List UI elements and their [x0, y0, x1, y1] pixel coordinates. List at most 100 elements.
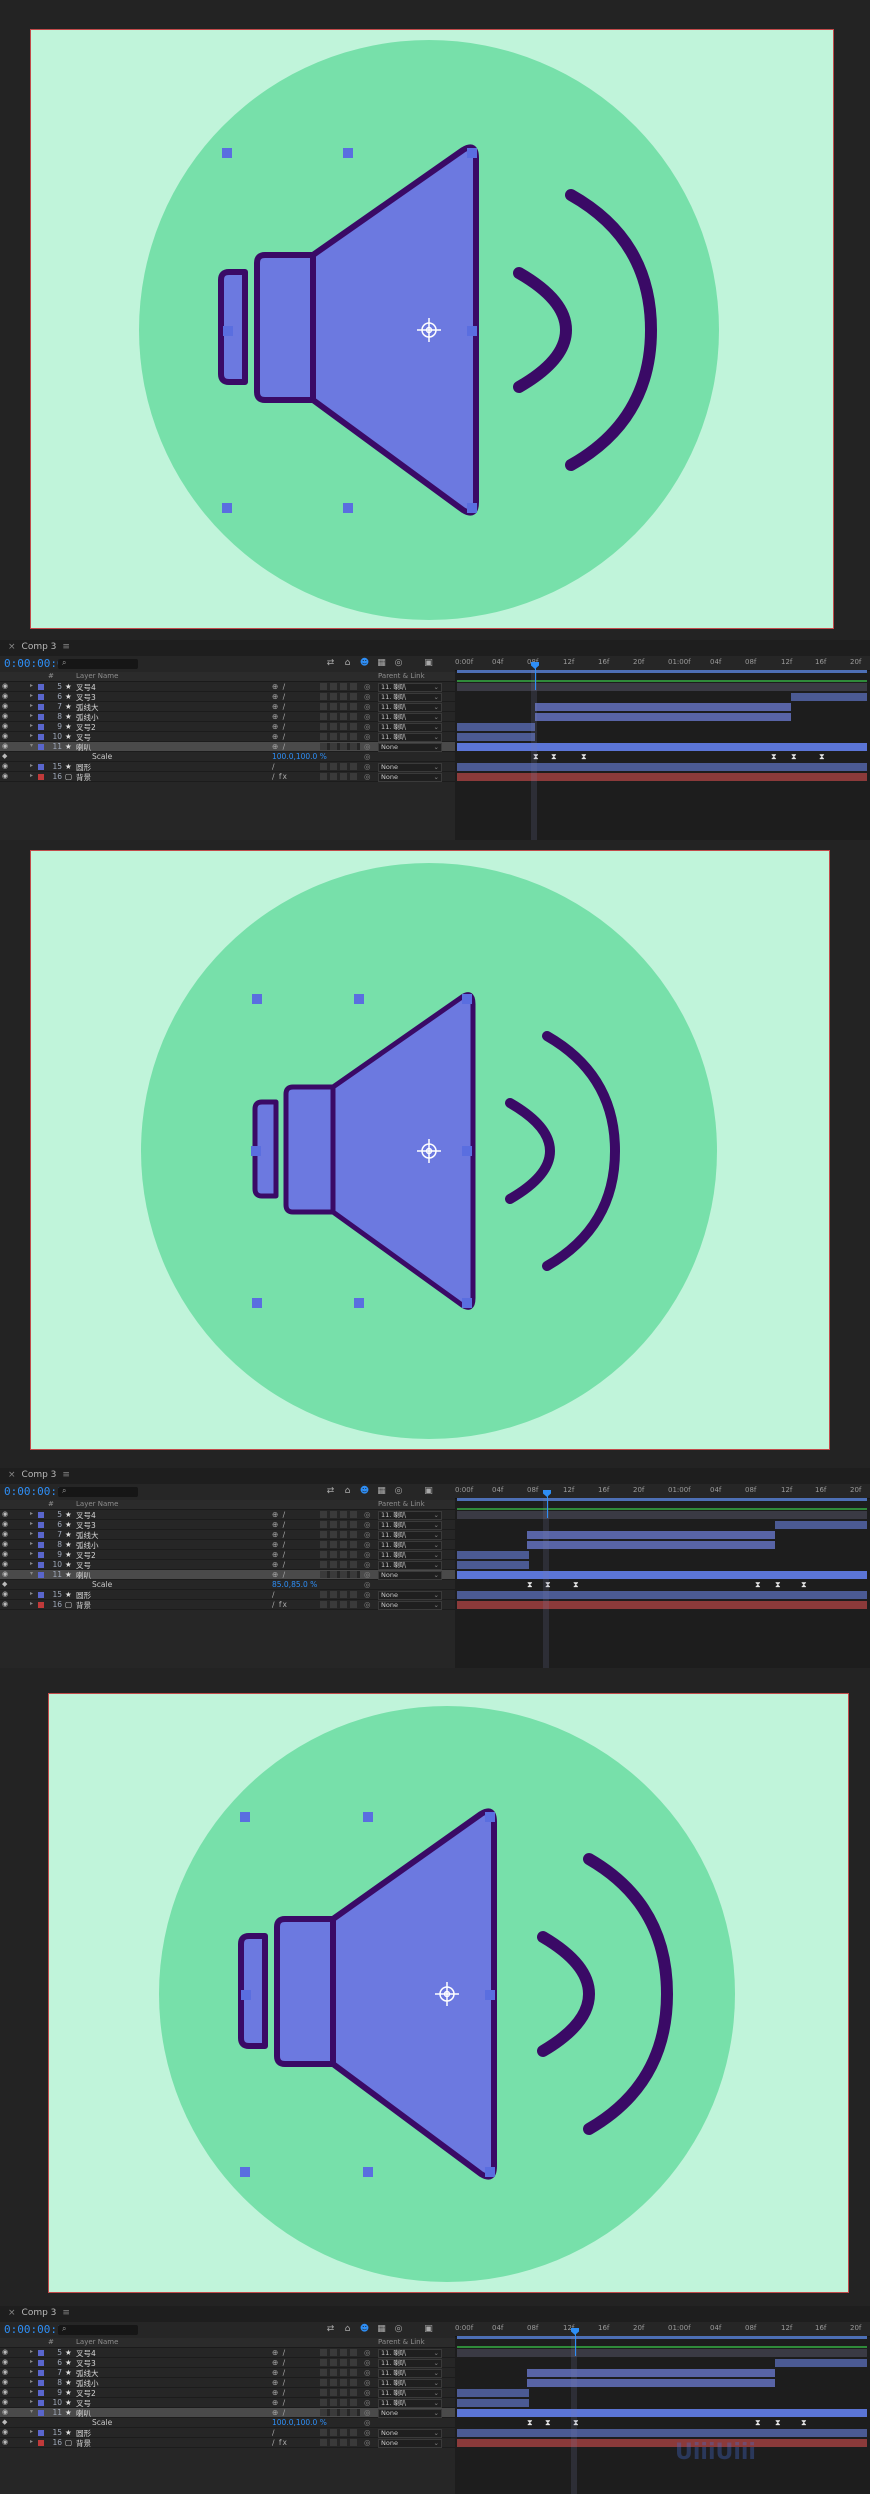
layer-row[interactable]: ◉ ▸ 15 ★ 圆形 ∕ ◎ None ⌄ [0, 1590, 455, 1600]
composition-viewport[interactable] [0, 1692, 870, 2306]
layer-row[interactable]: ◉ ▸ 6 ★ 叉号3 ⊕ ∕ ◎ 11. 喇叭 ⌄ [0, 1520, 455, 1530]
work-area-bar[interactable] [457, 1498, 867, 1501]
parent-dropdown[interactable]: 11. 喇叭 ⌄ [378, 703, 442, 712]
layer-row[interactable]: ◉ ▸ 10 ★ 叉号 ⊕ ∕ ◎ 11. 喇叭 ⌄ [0, 2398, 455, 2408]
layer-row[interactable]: ◉ ▸ 9 ★ 叉号2 ⊕ ∕ ◎ 11. 喇叭 ⌄ [0, 1550, 455, 1560]
scale-property-row[interactable]: ◆ Scale 100.0,100.0 % ◎ [0, 752, 455, 762]
parent-dropdown[interactable]: None ⌄ [378, 1591, 442, 1600]
layer-search-input[interactable]: ⌕ [58, 658, 138, 669]
frame-blending-icon[interactable]: ▦ [376, 2324, 387, 2335]
parent-dropdown[interactable]: 11. 喇叭 ⌄ [378, 683, 442, 692]
draft-3d-icon[interactable]: ⌂ [342, 2324, 353, 2335]
parent-dropdown[interactable]: 11. 喇叭 ⌄ [378, 2399, 442, 2408]
menu-icon[interactable]: ≡ [62, 2308, 70, 2318]
graph-editor-icon[interactable]: ▣ [423, 2324, 434, 2335]
layer-row[interactable]: ◉ ▸ 10 ★ 叉号 ⊕ ∕ ◎ 11. 喇叭 ⌄ [0, 1560, 455, 1570]
layer-search-input[interactable]: ⌕ [58, 2324, 138, 2335]
layer-row[interactable]: ◉ ▸ 8 ★ 弧线小 ⊕ ∕ ◎ 11. 喇叭 ⌄ [0, 1540, 455, 1550]
menu-icon[interactable]: ≡ [62, 642, 70, 652]
parent-dropdown[interactable]: 11. 喇叭 ⌄ [378, 693, 442, 702]
parent-dropdown[interactable]: 11. 喇叭 ⌄ [378, 2389, 442, 2398]
parent-dropdown[interactable]: 11. 喇叭 ⌄ [378, 2349, 442, 2358]
graph-editor-icon[interactable]: ▣ [423, 1486, 434, 1497]
comp-flowchart-icon[interactable]: ⇄ [325, 2324, 336, 2335]
composition-canvas[interactable] [30, 850, 830, 1450]
layer-row[interactable]: ◉ ▸ 16 ▢ 背景 ∕ fx ◎ None ⌄ [0, 2438, 455, 2448]
parent-dropdown[interactable]: 11. 喇叭 ⌄ [378, 723, 442, 732]
layer-row[interactable]: ◉ ▸ 5 ★ 叉号4 ⊕ ∕ ◎ 11. 喇叭 ⌄ [0, 1510, 455, 1520]
layer-search-input[interactable]: ⌕ [58, 1486, 138, 1497]
parent-dropdown[interactable]: 11. 喇叭 ⌄ [378, 1561, 442, 1570]
parent-dropdown[interactable]: 11. 喇叭 ⌄ [378, 1521, 442, 1530]
motion-blur-icon[interactable]: ◎ [393, 658, 404, 669]
time-ruler[interactable]: 0:00f04f08f 12f16f20f 01:00f04f08f 12f16… [455, 2322, 870, 2337]
parent-dropdown[interactable]: 11. 喇叭 ⌄ [378, 733, 442, 742]
close-icon[interactable]: × [8, 2308, 16, 2318]
shy-layers-icon[interactable]: ☻ [359, 2324, 370, 2335]
scale-value[interactable]: 100.0,100.0 % [272, 752, 327, 761]
comp-flowchart-icon[interactable]: ⇄ [325, 658, 336, 669]
layer-row-selected[interactable]: ◉ ▾ 11 ★ 喇叭 ⊕ ∕ ◎ None ⌄ [0, 2408, 455, 2418]
timeline-graph[interactable]: 0:00f04f08f 12f16f20f 01:00f04f08f 12f16… [455, 656, 870, 840]
comp-tab[interactable]: × Comp 3 ≡ [8, 2308, 70, 2318]
expand-icon[interactable]: ▸ [30, 682, 33, 689]
close-icon[interactable]: × [8, 642, 16, 652]
visibility-icon[interactable]: ◉ [2, 682, 8, 690]
parent-dropdown[interactable]: 11. 喇叭 ⌄ [378, 1511, 442, 1520]
parent-dropdown[interactable]: None ⌄ [378, 2439, 442, 2448]
composition-canvas[interactable] [30, 29, 834, 629]
layer-row[interactable]: ◉ ▸ 8 ★ 弧线小 ⊕ ∕ ◎ 11. 喇叭 ⌄ [0, 712, 455, 722]
scale-value[interactable]: 100.0,100.0 % [272, 2418, 327, 2427]
time-ruler[interactable]: 0:00f04f08f 12f16f20f 01:00f04f08f 12f16… [455, 1484, 870, 1499]
layer-row[interactable]: ◉ ▸ 7 ★ 弧线大 ⊕ ∕ ◎ 11. 喇叭 ⌄ [0, 702, 455, 712]
layer-row[interactable]: ◉ ▸ 10 ★ 叉号 ⊕ ∕ ◎ 11. 喇叭 ⌄ [0, 732, 455, 742]
scale-value[interactable]: 85.0,85.0 % [272, 1580, 317, 1589]
layer-row[interactable]: ◉ ▸ 16 ▢ 背景 ∕ fx ◎ None ⌄ [0, 1600, 455, 1610]
shy-layers-icon[interactable]: ☻ [359, 658, 370, 669]
layer-row[interactable]: ◉ ▸ 5 ★ 叉号4 ⊕ ∕ ◎ 11. 喇叭 ⌄ [0, 2348, 455, 2358]
composition-viewport[interactable] [0, 0, 870, 640]
draft-3d-icon[interactable]: ⌂ [342, 1486, 353, 1497]
comp-tab[interactable]: × Comp 3 ≡ [8, 642, 70, 652]
comp-tab[interactable]: × Comp 3 ≡ [8, 1470, 70, 1480]
motion-blur-icon[interactable]: ◎ [393, 2324, 404, 2335]
layer-row[interactable]: ◉ ▸ 7 ★ 弧线大 ⊕ ∕ ◎ 11. 喇叭 ⌄ [0, 1530, 455, 1540]
parent-dropdown[interactable]: 11. 喇叭 ⌄ [378, 2379, 442, 2388]
comp-flowchart-icon[interactable]: ⇄ [325, 1486, 336, 1497]
close-icon[interactable]: × [8, 1470, 16, 1480]
parent-dropdown[interactable]: 11. 喇叭 ⌄ [378, 1541, 442, 1550]
scale-property-row[interactable]: ◆ Scale 85.0,85.0 % ◎ [0, 1580, 455, 1590]
layer-row[interactable]: ◉ ▸ 16 ▢ 背景 ∕ fx ◎ None ⌄ [0, 772, 455, 782]
layer-row[interactable]: ◉ ▸ 8 ★ 弧线小 ⊕ ∕ ◎ 11. 喇叭 ⌄ [0, 2378, 455, 2388]
parent-dropdown[interactable]: 11. 喇叭 ⌄ [378, 2369, 442, 2378]
work-area-bar[interactable] [457, 670, 867, 673]
parent-dropdown[interactable]: None ⌄ [378, 1601, 442, 1610]
layer-row[interactable]: ◉ ▸ 6 ★ 叉号3 ⊕ ∕ ◎ 11. 喇叭 ⌄ [0, 2358, 455, 2368]
motion-blur-icon[interactable]: ◎ [393, 1486, 404, 1497]
menu-icon[interactable]: ≡ [62, 1470, 70, 1480]
frame-blending-icon[interactable]: ▦ [376, 658, 387, 669]
work-area-bar[interactable] [457, 2336, 867, 2339]
parent-dropdown[interactable]: None ⌄ [378, 743, 442, 752]
timeline-graph[interactable]: 0:00f04f08f 12f16f20f 01:00f04f08f 12f16… [455, 1484, 870, 1668]
parent-dropdown[interactable]: 11. 喇叭 ⌄ [378, 713, 442, 722]
time-ruler[interactable]: 0:00f04f08f 12f16f20f 01:00f04f08f 12f16… [455, 656, 870, 671]
parent-dropdown[interactable]: None ⌄ [378, 2429, 442, 2438]
layer-row[interactable]: ◉ ▸ 15 ★ 圆形 ∕ ◎ None ⌄ [0, 2428, 455, 2438]
scale-property-row[interactable]: ◆ Scale 100.0,100.0 % ◎ [0, 2418, 455, 2428]
layer-row[interactable]: ◉ ▸ 7 ★ 弧线大 ⊕ ∕ ◎ 11. 喇叭 ⌄ [0, 2368, 455, 2378]
composition-canvas[interactable] [48, 1693, 849, 2293]
layer-row[interactable]: ◉ ▸ 9 ★ 叉号2 ⊕ ∕ ◎ 11. 喇叭 ⌄ [0, 2388, 455, 2398]
layer-row-selected[interactable]: ◉ ▾ 11 ★ 喇叭 ⊕ ∕ ◎ None ⌄ [0, 1570, 455, 1580]
draft-3d-icon[interactable]: ⌂ [342, 658, 353, 669]
parent-dropdown[interactable]: 11. 喇叭 ⌄ [378, 2359, 442, 2368]
label-color[interactable] [38, 684, 44, 690]
parent-dropdown[interactable]: 11. 喇叭 ⌄ [378, 1551, 442, 1560]
layer-row[interactable]: ◉ ▸ 15 ★ 圆形 ∕ ◎ None ⌄ [0, 762, 455, 772]
parent-dropdown[interactable]: None ⌄ [378, 2409, 442, 2418]
layer-row[interactable]: ◉ ▸ 5 ★ 叉号4 ⊕ ∕ ◎ 11. 喇叭 ⌄ [0, 682, 455, 692]
layer-row[interactable]: ◉ ▸ 6 ★ 叉号3 ⊕ ∕ ◎ 11. 喇叭 ⌄ [0, 692, 455, 702]
composition-viewport[interactable] [0, 846, 870, 1468]
shy-layers-icon[interactable]: ☻ [359, 1486, 370, 1497]
layer-row[interactable]: ◉ ▸ 9 ★ 叉号2 ⊕ ∕ ◎ 11. 喇叭 ⌄ [0, 722, 455, 732]
